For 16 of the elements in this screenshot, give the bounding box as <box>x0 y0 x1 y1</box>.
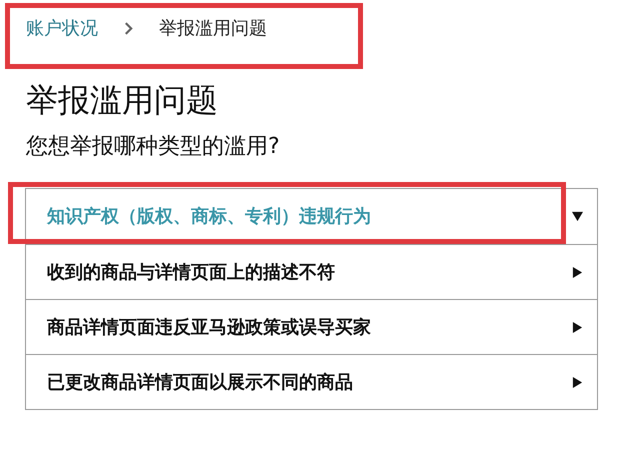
caret-right-icon <box>572 376 583 388</box>
caret-down-icon <box>572 211 583 222</box>
chevron-right-icon <box>124 22 133 34</box>
accordion-item[interactable]: 商品详情页面违反亚马逊政策或误导买家 <box>26 299 597 354</box>
caret-right-icon <box>572 266 583 278</box>
page-title: 举报滥用问题 <box>26 80 219 120</box>
option-label: 知识产权（版权、商标、专利）违规行为 <box>47 205 371 229</box>
breadcrumb-current: 举报滥用问题 <box>159 16 267 40</box>
breadcrumb-link[interactable]: 账户状况 <box>26 14 98 42</box>
option-label: 已更改商品详情页面以展示不同的商品 <box>47 370 353 394</box>
option-label: 收到的商品与详情页面上的描述不符 <box>47 260 335 284</box>
accordion-item[interactable]: 已更改商品详情页面以展示不同的商品 <box>26 354 597 409</box>
caret-right-icon <box>572 322 583 332</box>
question-text: 您想举报哪种类型的滥用? <box>26 133 281 161</box>
option-label: 商品详情页面违反亚马逊政策或误导买家 <box>47 316 371 340</box>
accordion-item[interactable]: 收到的商品与详情页面上的描述不符 <box>26 244 597 299</box>
